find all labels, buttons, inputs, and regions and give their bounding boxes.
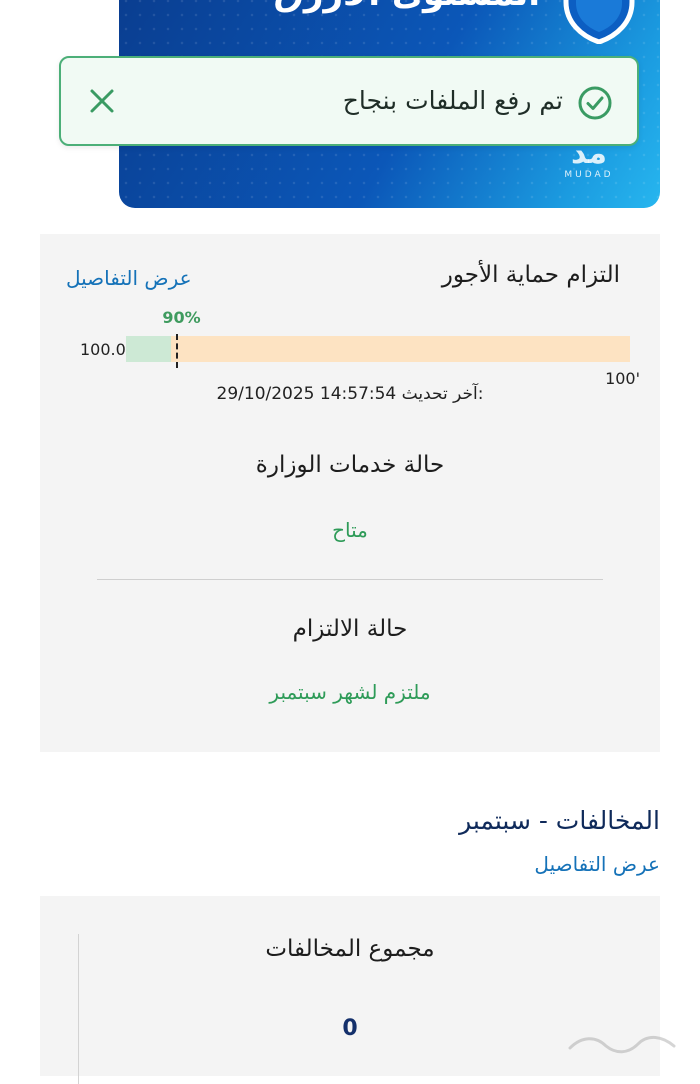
close-icon[interactable] — [87, 86, 117, 116]
mudad-logo-word: MUDAD — [564, 170, 614, 180]
check-circle-icon — [578, 86, 612, 120]
violations-details-link[interactable]: عرض التفاصيل — [534, 852, 660, 876]
banner-title: المستوى الأزرق — [273, 0, 540, 14]
compliance-title: حالة الالتزام — [292, 616, 408, 642]
progress-fill — [126, 336, 172, 362]
divider — [97, 579, 603, 580]
wage-progress: 90% 100.0% 100' — [80, 308, 640, 388]
wage-protection-card: التزام حماية الأجور عرض التفاصيل 90% 100… — [40, 234, 660, 752]
wage-protection-title: التزام حماية الأجور — [441, 262, 620, 288]
shield-icon — [563, 0, 635, 44]
ministry-services-status: متاح — [332, 518, 368, 542]
toast-message: تم رفع الملفات بنجاح — [342, 86, 563, 115]
wage-details-link[interactable]: عرض التفاصيل — [66, 266, 192, 290]
progress-track: 100' — [126, 336, 640, 388]
mudad-logo: ﻣﺪ MUDAD — [544, 139, 634, 181]
ministry-services-title: حالة خدمات الوزارة — [255, 452, 445, 478]
compliance-status: ملتزم لشهر سبتمبر — [269, 680, 431, 704]
total-violations-title: مجموع المخالفات — [265, 936, 435, 962]
violations-title: المخالفات - سبتمبر — [459, 806, 660, 835]
target-label: 90% — [162, 308, 201, 327]
last-update-value: 29/10/2025 14:57:54 — [216, 384, 397, 404]
last-update-label: آخر تحديث: — [401, 384, 484, 404]
target-marker — [176, 334, 179, 368]
success-toast: تم رفع الملفات بنجاح — [59, 56, 639, 146]
last-update: 29/10/2025 14:57:54 آخر تحديث: — [40, 384, 660, 404]
watermark-logo-icon — [568, 1036, 676, 1054]
